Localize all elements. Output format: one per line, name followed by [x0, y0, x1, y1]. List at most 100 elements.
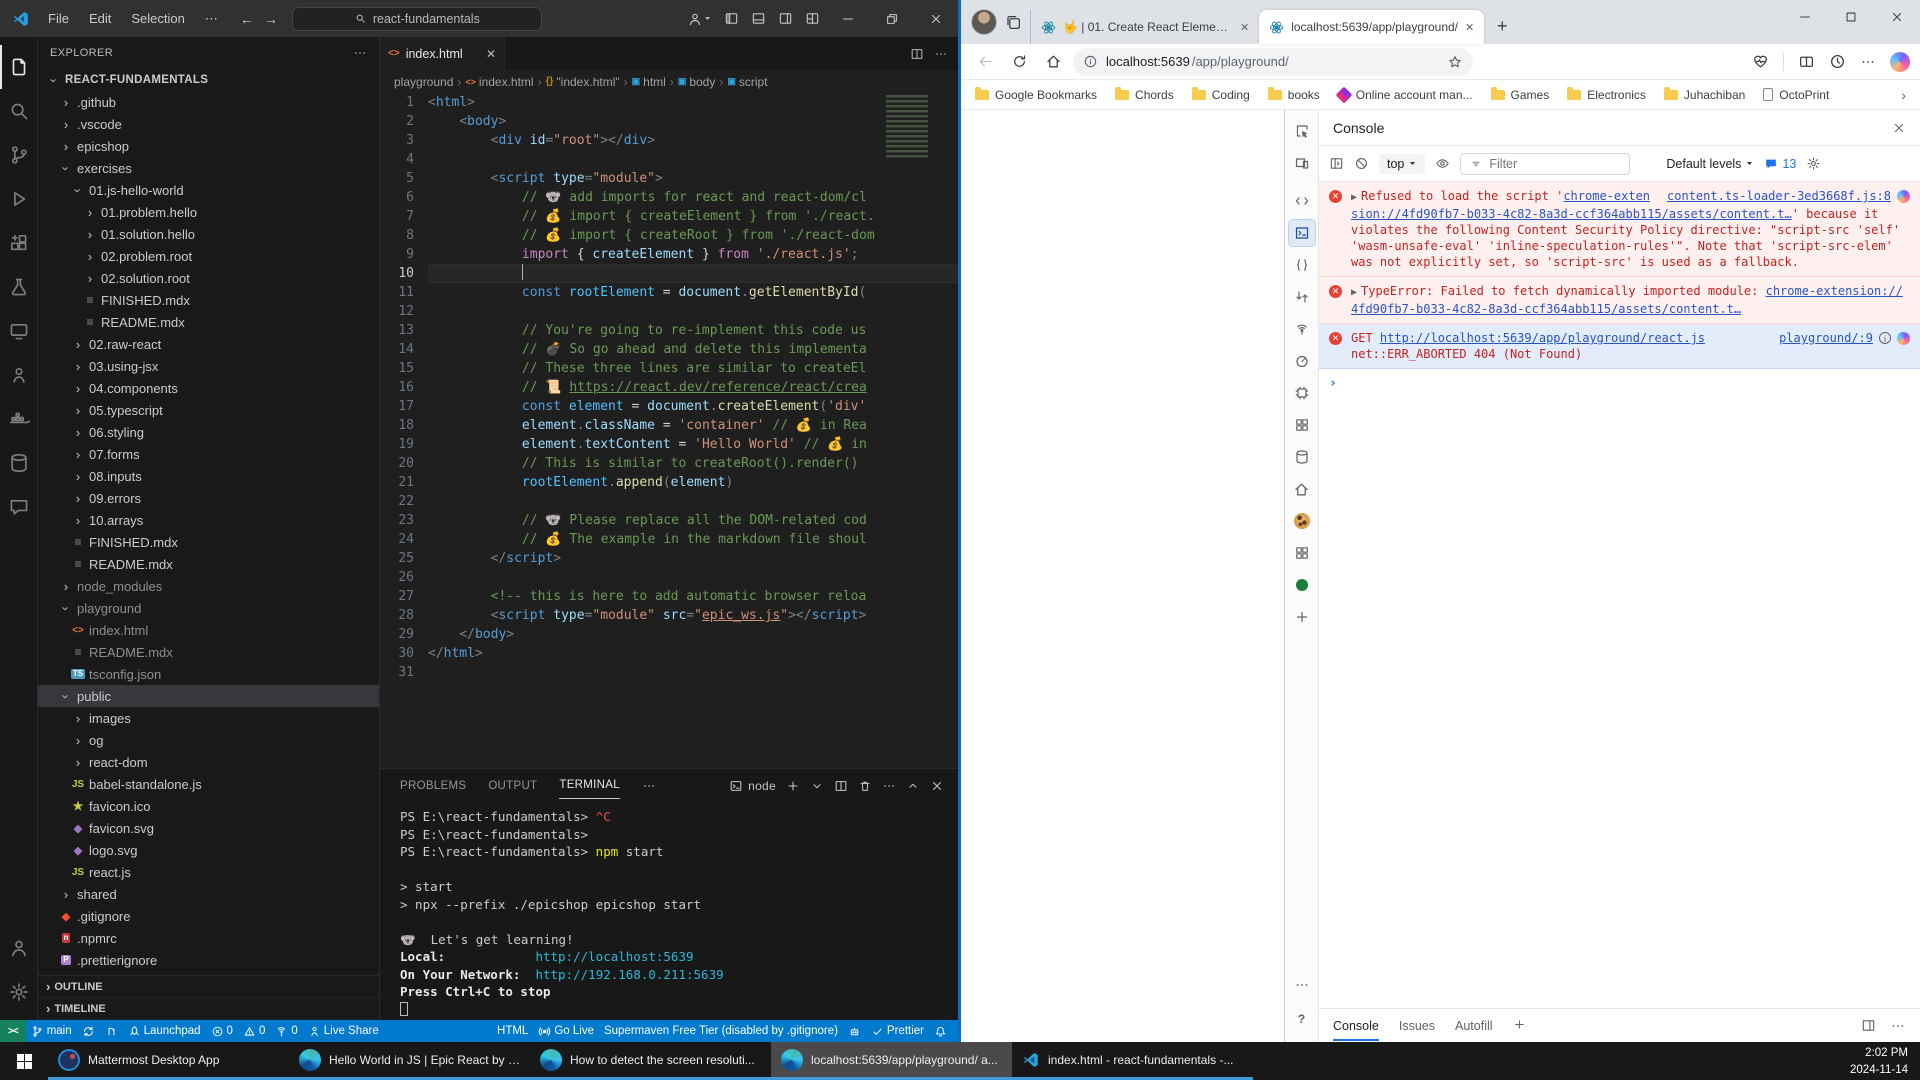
trash-icon[interactable]	[858, 779, 872, 793]
status-item-main[interactable]: main	[26, 1020, 77, 1042]
bookmark-item[interactable]: Games	[1491, 88, 1550, 102]
close-icon[interactable]	[914, 0, 958, 37]
ellipsis-icon[interactable]	[642, 779, 656, 793]
devtools-recorder-icon[interactable]	[1289, 572, 1315, 598]
context-selector[interactable]: top	[1379, 154, 1425, 174]
favorite-star-icon[interactable]	[1447, 54, 1463, 70]
explorer-actions-icon[interactable]	[353, 46, 367, 60]
drawer-tab-console[interactable]: Console	[1333, 1011, 1379, 1041]
tree-item[interactable]: ›01.problem.hello	[38, 201, 379, 223]
console-prompt[interactable]: ›	[1319, 369, 1920, 398]
console-message[interactable]: ✕playground/:9iGET http://localhost:5639…	[1319, 324, 1920, 369]
tree-item[interactable]: ›images	[38, 707, 379, 729]
status-item-0[interactable]: 0	[238, 1020, 270, 1042]
tab-close-icon[interactable]: ✕	[1240, 21, 1249, 34]
editor-more-icon[interactable]	[934, 47, 948, 61]
tree-item[interactable]: ›epicshop	[38, 135, 379, 157]
tree-item[interactable]: ›02.problem.root	[38, 245, 379, 267]
code-line[interactable]: // 💰 The example in the markdown file sh…	[428, 530, 958, 549]
status-item-prettier[interactable]: Prettier	[866, 1020, 929, 1042]
devtools-more-icon[interactable]	[1289, 972, 1315, 998]
status-item-launchpad[interactable]: Launchpad	[123, 1020, 206, 1042]
taskbar-button[interactable]: Mattermost Desktop App	[48, 1042, 289, 1080]
tree-item[interactable]: ›07.forms	[38, 443, 379, 465]
breadcrumb-item[interactable]: <>index.html	[465, 75, 533, 89]
more-icon[interactable]	[1890, 1018, 1906, 1034]
code-line[interactable]: </body>	[428, 625, 958, 644]
console-settings-gear-icon[interactable]	[1806, 156, 1821, 171]
code-line[interactable]	[428, 492, 958, 511]
panel-tab-terminal[interactable]: TERMINAL	[559, 772, 620, 799]
tree-item[interactable]: ›og	[38, 729, 379, 751]
bookmark-item[interactable]: Google Bookmarks	[975, 88, 1097, 102]
code-line[interactable]	[428, 150, 958, 169]
devtools-storage-icon[interactable]	[1289, 444, 1315, 470]
tree-item[interactable]: JSbabel-standalone.js	[38, 773, 379, 795]
tree-item[interactable]: ›06.styling	[38, 421, 379, 443]
devtools-elements-icon[interactable]	[1289, 188, 1315, 214]
refresh-icon[interactable]	[1005, 48, 1033, 76]
console-link[interactable]: http://localhost:5639/app/playground/rea…	[1380, 331, 1705, 345]
activity-account-icon[interactable]	[0, 926, 38, 970]
info-icon[interactable]: i	[1879, 332, 1891, 344]
remote-indicator[interactable]: ><	[0, 1020, 26, 1042]
command-center-search[interactable]: react-fundamentals	[292, 7, 542, 31]
close-icon[interactable]	[1874, 0, 1920, 34]
code-line[interactable]: <html>	[428, 93, 958, 112]
chevron-down-icon[interactable]	[810, 779, 824, 793]
panel-tab-output[interactable]: OUTPUT	[488, 773, 537, 799]
ellipsis-icon[interactable]	[882, 779, 896, 793]
close-icon[interactable]	[930, 779, 944, 793]
bookmarks-overflow-icon[interactable]: ›	[1901, 87, 1906, 103]
start-button[interactable]	[0, 1042, 48, 1080]
breadcrumb-item[interactable]: playground	[394, 75, 453, 89]
devtools-wireless-icon[interactable]	[1289, 316, 1315, 342]
tree-item[interactable]: ◆favicon.svg	[38, 817, 379, 839]
copilot-explain-icon[interactable]	[1897, 332, 1910, 345]
site-info-icon[interactable]	[1083, 54, 1098, 69]
terminal-instance[interactable]: node	[729, 779, 776, 793]
tree-item[interactable]: ›react-dom	[38, 751, 379, 773]
activity-docker-icon[interactable]	[0, 397, 38, 441]
minimize-icon[interactable]	[1782, 0, 1828, 34]
activity-search-icon[interactable]	[0, 89, 38, 133]
console-sidebar-icon[interactable]	[1329, 156, 1344, 171]
breadcrumb-item[interactable]: ▣html	[632, 75, 666, 89]
code-line[interactable]: element.className = 'container' // 💰 in …	[428, 416, 958, 435]
status-item-0[interactable]: 0	[270, 1020, 302, 1042]
tree-item[interactable]: ≡FINISHED.mdx	[38, 289, 379, 311]
tree-item[interactable]: ›01.js-hello-world	[38, 179, 379, 201]
tree-item[interactable]: ›.github	[38, 91, 379, 113]
devtools-memory-icon[interactable]	[1289, 380, 1315, 406]
menu-file[interactable]: File	[40, 8, 77, 30]
code-line[interactable]: <script type="module" src="epic_ws.js"><…	[428, 606, 958, 625]
code-line[interactable]: import { createElement } from './react.j…	[428, 245, 958, 264]
tree-item[interactable]: ≡README.mdx	[38, 553, 379, 575]
tree-item[interactable]: ›09.errors	[38, 487, 379, 509]
tree-item[interactable]: ›02.raw-react	[38, 333, 379, 355]
activity-source-control-icon[interactable]	[0, 133, 38, 177]
tree-item[interactable]: ›10.arrays	[38, 509, 379, 531]
forward-arrow-icon[interactable]: →	[264, 11, 278, 27]
status-item-sync[interactable]	[77, 1020, 100, 1042]
chevron-up-icon[interactable]	[906, 779, 920, 793]
code-line[interactable]: rootElement.append(element)	[428, 473, 958, 492]
taskbar-button[interactable]: index.html - react-fundamentals -...	[1012, 1042, 1253, 1080]
browser-essentials-icon[interactable]	[1752, 53, 1769, 70]
code-line[interactable]: <script type="module">	[428, 169, 958, 188]
filter-box[interactable]	[1460, 153, 1630, 175]
breadcrumb-item[interactable]: {}"index.html"	[546, 75, 620, 89]
code-line[interactable]	[428, 264, 958, 283]
code-line[interactable]: </html>	[428, 644, 958, 663]
account-menu-icon[interactable]	[687, 11, 712, 27]
status-item-bell[interactable]	[929, 1020, 952, 1042]
maximize-icon[interactable]	[1828, 0, 1874, 34]
sidebar-section-timeline[interactable]: ›TIMELINE	[38, 998, 379, 1020]
activity-run-debug-icon[interactable]	[0, 177, 38, 221]
minimize-icon[interactable]	[826, 0, 870, 37]
code-line[interactable]: // 🐨 Please replace all the DOM-related …	[428, 511, 958, 530]
tree-item[interactable]: ›public	[38, 685, 379, 707]
devtools-inspect-icon[interactable]	[1289, 118, 1315, 144]
home-icon[interactable]	[1039, 48, 1067, 76]
toggle-sidebar-icon[interactable]	[724, 11, 739, 26]
